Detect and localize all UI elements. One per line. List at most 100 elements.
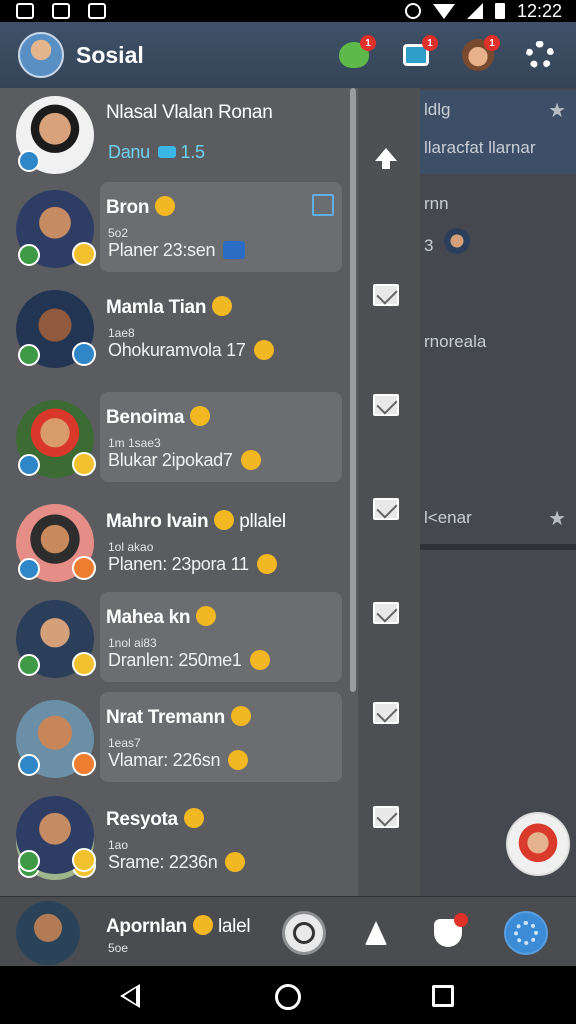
online-icon <box>18 244 40 266</box>
emoji-icon <box>72 452 96 476</box>
status-icon <box>18 150 40 172</box>
contact-status: Blukar 2ipokad7 <box>108 450 261 471</box>
background-avatar <box>444 228 470 254</box>
contact-meta: 1nol ai83 <box>108 636 157 650</box>
list-item[interactable]: Benoima 1m 1sae3 Blukar 2ipokad7 <box>0 392 350 492</box>
battery-icon <box>494 3 505 19</box>
notification-badge <box>454 913 468 927</box>
bottom-bar: Apornlan lalel 5oe <box>0 896 576 966</box>
background-text: l<enar <box>424 508 472 527</box>
mail-icon[interactable] <box>373 602 399 624</box>
emoji-icon <box>240 450 261 470</box>
contact-meta: 5o2 <box>108 226 129 240</box>
activity-tab-button[interactable] <box>354 911 398 955</box>
contacts-drawer: Nlasal Vlalan Ronan Danu 1.5 Bron 5o2 Pl… <box>0 88 358 900</box>
emoji-icon <box>190 406 211 426</box>
notification-badge: 1 <box>484 35 500 51</box>
emoji-icon <box>193 915 213 935</box>
divider <box>420 544 576 550</box>
app-notification-icon <box>88 3 106 19</box>
emoji-icon <box>72 752 96 776</box>
settings-tab-button[interactable] <box>504 911 548 955</box>
recent-apps-icon[interactable] <box>432 985 454 1007</box>
select-checkbox[interactable] <box>312 194 334 216</box>
contact-meta: 1ol akao <box>108 540 154 554</box>
notification-badge: 1 <box>422 35 438 51</box>
emoji-icon <box>72 848 96 872</box>
contact-status: Planen: 23pora 11 <box>108 554 277 575</box>
contact-name: Bron <box>106 196 176 219</box>
app-title: Sosial <box>76 41 144 68</box>
download-icon <box>52 3 70 19</box>
background-text: rnn <box>424 194 449 213</box>
system-nav-bar <box>0 966 576 1024</box>
settings-button[interactable] <box>518 33 562 77</box>
action-rail <box>358 88 420 900</box>
star-icon[interactable]: ★ <box>548 506 566 531</box>
shield-tab-button[interactable] <box>426 911 470 955</box>
floating-avatar-button[interactable] <box>506 812 570 876</box>
mail-icon[interactable] <box>373 394 399 416</box>
mail-icon[interactable] <box>373 806 399 828</box>
profile-name: Nlasal Vlalan Ronan <box>106 102 273 123</box>
contact-name: Mamla Tian <box>106 296 233 319</box>
emoji-icon <box>155 196 176 216</box>
list-item[interactable]: Mahea kn 1nol ai83 Dranlen: 250me1 <box>0 592 350 692</box>
user-avatar[interactable] <box>18 32 64 78</box>
contact-meta: 1eas7 <box>108 736 141 750</box>
messages-button[interactable]: 1 <box>394 33 438 77</box>
back-icon[interactable] <box>120 984 140 1008</box>
emoji-icon <box>253 340 274 360</box>
emoji-icon <box>196 606 217 626</box>
contact-status: Vlamar: 226sn <box>108 750 249 771</box>
list-item[interactable]: Mamla Tian 1ae8 Ohokuramvola 17 <box>0 282 350 382</box>
home-icon[interactable] <box>275 984 301 1010</box>
contact-name: Apornlan lalel <box>106 915 251 937</box>
online-icon <box>18 850 40 872</box>
contact-meta: 1ae8 <box>108 326 135 340</box>
profile-tab-button[interactable] <box>282 911 326 955</box>
emoji-icon <box>249 650 270 670</box>
status-icon <box>18 558 40 580</box>
verified-icon <box>72 342 96 366</box>
emoji-icon <box>72 556 96 580</box>
emoji-icon <box>230 706 251 726</box>
gear-icon <box>526 41 554 69</box>
contact-name: Mahea kn <box>106 606 217 629</box>
list-item[interactable]: Nrat Tremann 1eas7 Vlamar: 226sn <box>0 692 350 792</box>
contact-name: Nrat Tremann <box>106 706 251 729</box>
list-item[interactable]: Bron 5o2 Planer 23:sen <box>0 182 350 282</box>
app-bar: Sosial 1 1 1 <box>0 22 576 88</box>
notification-badge: 1 <box>360 35 376 51</box>
status-time: 12:22 <box>516 0 562 21</box>
status-icon <box>18 454 40 476</box>
mail-icon[interactable] <box>373 702 399 724</box>
background-text: rnoreala <box>424 332 487 351</box>
avatar[interactable] <box>16 901 80 965</box>
status-icon <box>18 754 40 776</box>
mail-icon[interactable] <box>373 498 399 520</box>
scrollbar[interactable] <box>350 88 356 692</box>
notification-icon <box>16 3 34 19</box>
emoji-icon <box>256 554 277 574</box>
emoji-icon <box>212 296 233 316</box>
mail-icon[interactable] <box>373 284 399 306</box>
background-text: ldlg <box>424 100 451 119</box>
profile-button[interactable]: 1 <box>456 33 500 77</box>
bolt-icon <box>365 921 387 945</box>
list-item[interactable]: Resyota <box>0 788 350 888</box>
star-icon[interactable]: ★ <box>548 98 566 123</box>
list-item[interactable]: Mahro Ivain pllalel 1ol akao Planen: 23p… <box>0 496 350 596</box>
contact-status: Ohokuramvola 17 <box>108 340 274 361</box>
contact-status: Dranlen: 250me1 <box>108 650 270 671</box>
status-bar: 12:22 <box>0 0 576 22</box>
contact-meta: 1m 1sae3 <box>108 436 161 450</box>
drawer-profile[interactable]: Nlasal Vlalan Ronan Danu 1.5 <box>0 88 350 188</box>
background-text: llaracfat llarnar <box>424 138 536 157</box>
contact-meta: 5oe <box>108 941 129 955</box>
signal-icon <box>466 3 483 19</box>
card-icon <box>157 146 176 158</box>
contact-name: Benoima <box>106 406 211 429</box>
frog-button[interactable]: 1 <box>332 33 376 77</box>
alarm-icon <box>404 3 421 19</box>
